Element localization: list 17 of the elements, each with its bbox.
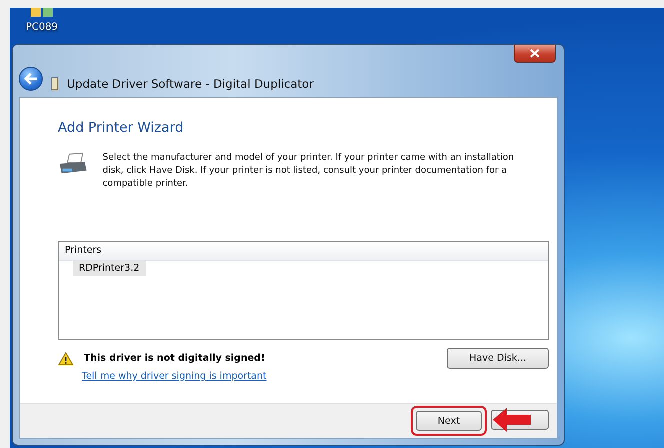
help-link[interactable]: Tell me why driver signing is important: [82, 371, 267, 382]
arrow-left-icon: [24, 73, 38, 85]
printer-list[interactable]: Printers RDPrinter3.2: [58, 241, 549, 340]
warning-text: This driver is not digitally signed!: [84, 353, 266, 364]
warning-icon: [58, 352, 74, 366]
wizard-heading: Add Printer Wizard: [58, 120, 185, 136]
back-button[interactable]: [19, 67, 43, 91]
close-button[interactable]: [514, 45, 556, 63]
have-disk-button[interactable]: Have Disk...: [447, 348, 549, 369]
window-title: Update Driver Software - Digital Duplicator: [67, 77, 314, 91]
close-icon: [530, 49, 540, 58]
arrow-icon: [493, 406, 533, 432]
list-header: Printers: [59, 242, 548, 261]
wizard-description: Select the manufacturer and model of your printer. If your printer came with an installation disk, click Have Disk. If your printer is not listed, consult your printer documentation for a compatible printer.: [102, 152, 516, 191]
next-button[interactable]: Next: [416, 411, 482, 431]
list-item[interactable]: RDPrinter3.2: [73, 261, 146, 276]
desktop-icon-label[interactable]: PC089: [26, 22, 58, 33]
